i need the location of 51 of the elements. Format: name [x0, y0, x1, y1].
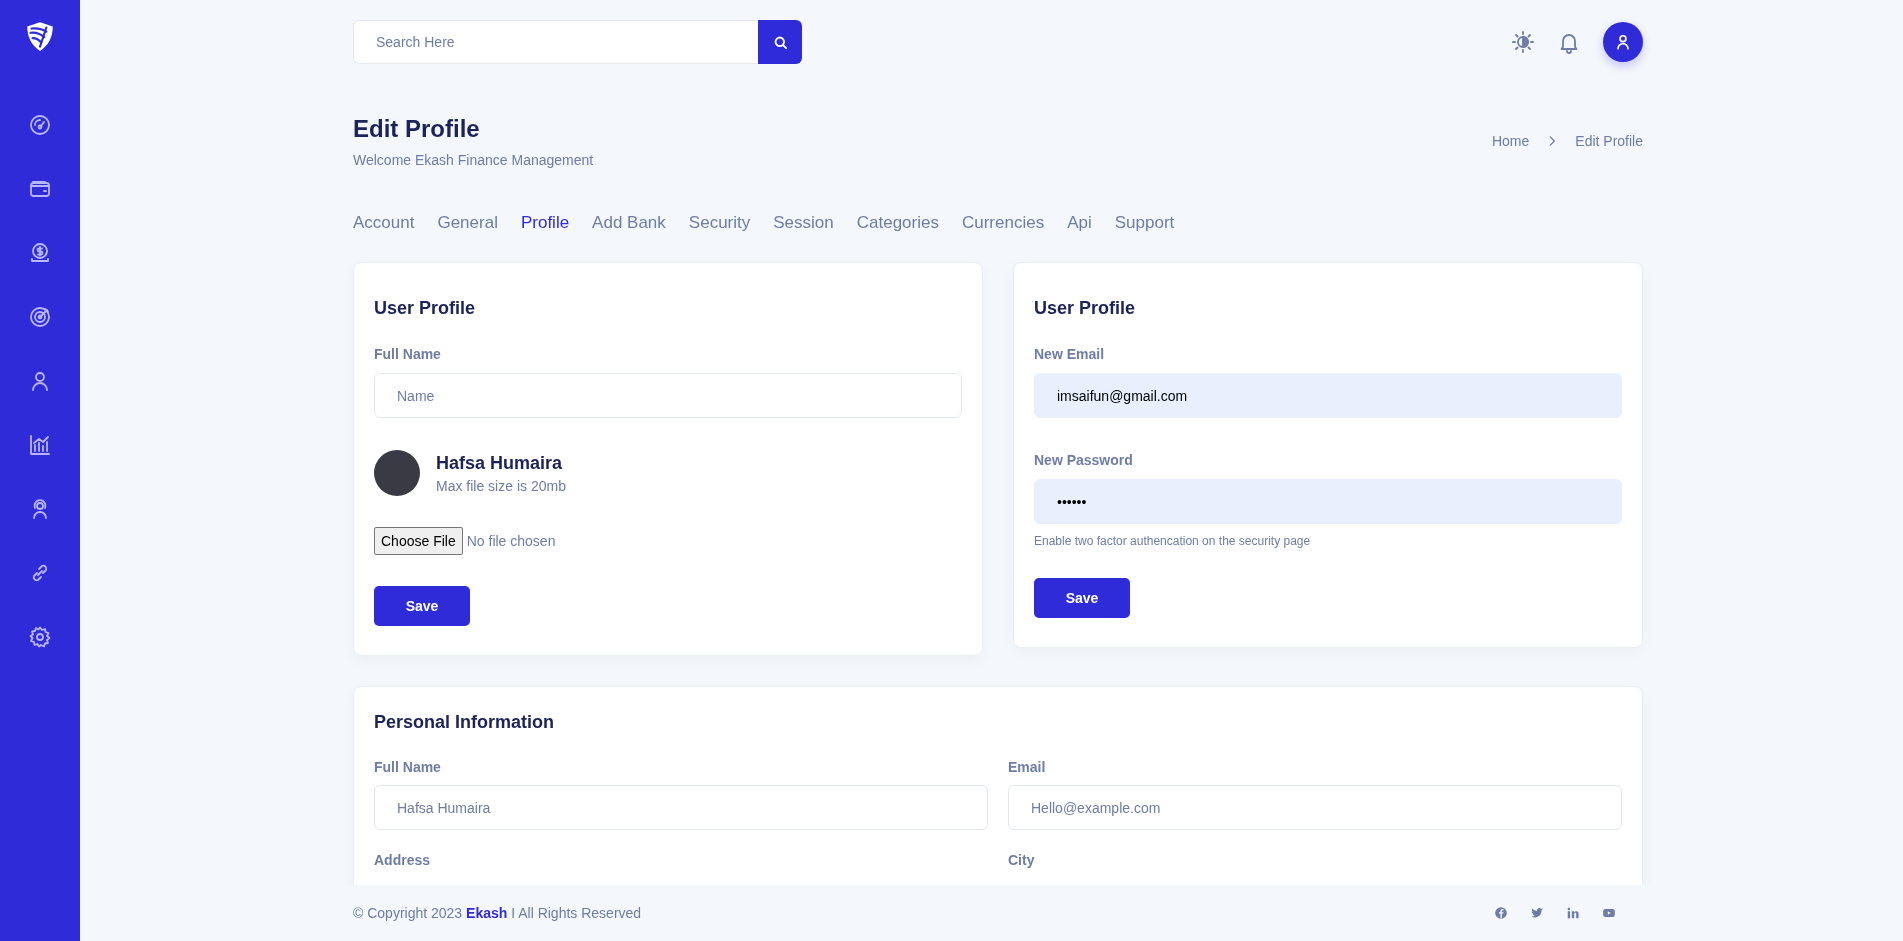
copyright-text: © Copyright 2023 Ekash I All Rights Reserved	[353, 905, 642, 921]
tab[interactable]: Security	[688, 212, 751, 234]
tab[interactable]: Currencies	[961, 212, 1045, 234]
breadcrumb-link[interactable]: Home	[1491, 133, 1530, 149]
tab[interactable]: Support	[1114, 212, 1175, 234]
name-field[interactable]: Name	[374, 373, 962, 418]
field-label: City	[1008, 852, 1036, 868]
search-field[interactable]: Search Here	[353, 20, 758, 64]
save-button[interactable]: Save	[1034, 578, 1130, 618]
youtube-icon[interactable]	[1602, 906, 1616, 920]
chart-icon[interactable]	[28, 433, 52, 457]
sun-icon[interactable]	[1511, 30, 1535, 54]
file-status: No file chosen	[466, 533, 556, 549]
text-field[interactable]: Hello@example.com	[1008, 785, 1622, 830]
field-label: Address	[374, 852, 432, 868]
dollar-coin-icon[interactable]	[28, 241, 52, 265]
field-label: New Password	[1034, 451, 1134, 469]
text-field[interactable]: Hafsa Humaira	[374, 785, 988, 830]
password-field[interactable]: ••••••	[1034, 479, 1622, 524]
tab[interactable]: Categories	[856, 212, 939, 234]
target-icon[interactable]	[28, 305, 52, 329]
email-field[interactable]: imsaifun@gmail.com	[1034, 373, 1622, 418]
tab[interactable]: Api	[1067, 212, 1092, 234]
hint-text: Enable two factor authencation on the security page	[1034, 534, 1312, 548]
choose-file-button[interactable]: Choose File	[374, 527, 463, 555]
avatar-photo-placeholder	[374, 450, 420, 496]
breadcrumb-current: Edit Profile	[1575, 133, 1643, 149]
field-label: Email	[1008, 759, 1047, 775]
avatar-button[interactable]	[1603, 22, 1643, 62]
file-size-note: Max file size is 20mb	[436, 478, 566, 494]
page-subtitle: Welcome Ekash Finance Management	[353, 152, 594, 168]
tab[interactable]: Add Bank	[592, 212, 666, 234]
search-button[interactable]	[758, 20, 802, 64]
linkedin-icon[interactable]	[1566, 906, 1580, 920]
tab[interactable]: Account	[353, 212, 415, 234]
tab[interactable]: Profile	[520, 212, 570, 234]
card-title: User Profile	[1034, 297, 1137, 319]
card-title: Personal Information	[374, 711, 556, 733]
tab[interactable]: Session	[773, 212, 834, 234]
field-label: New Email	[1034, 345, 1106, 363]
field-label: Full Name	[374, 345, 442, 363]
tab[interactable]: General	[437, 212, 498, 234]
twitter-icon[interactable]	[1530, 906, 1544, 920]
user-name: Hafsa Humaira	[436, 452, 564, 474]
save-button[interactable]: Save	[374, 586, 470, 626]
card-title: User Profile	[374, 297, 477, 319]
facebook-icon[interactable]	[1494, 906, 1508, 920]
settings-icon[interactable]	[28, 625, 52, 649]
page-title: Edit Profile	[353, 114, 481, 144]
field-label: Full Name	[374, 759, 442, 775]
gauge-icon[interactable]	[28, 113, 52, 137]
